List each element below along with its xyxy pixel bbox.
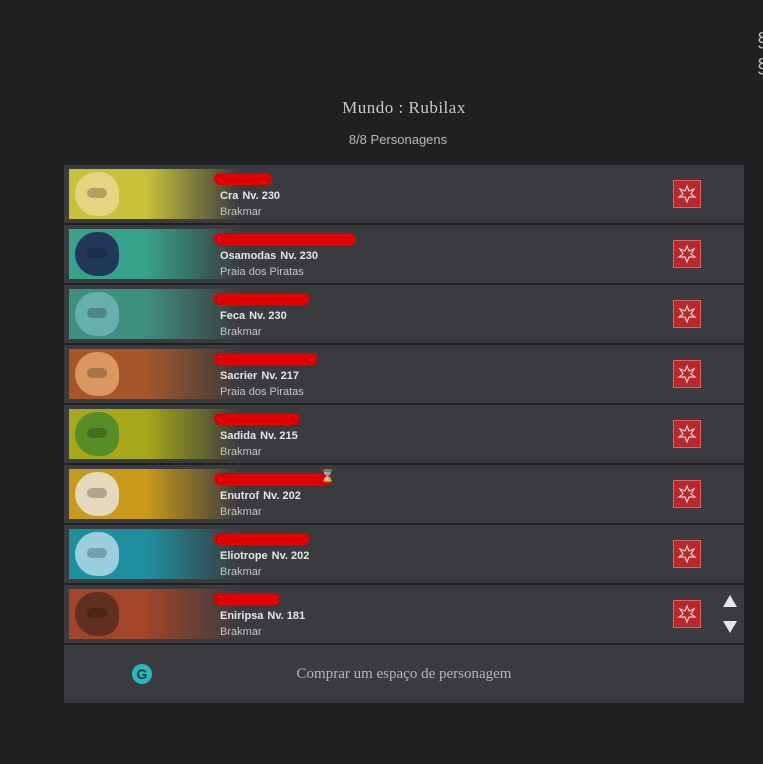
alignment-emblem-icon — [673, 540, 701, 568]
character-name-redaction — [214, 533, 310, 545]
character-face-icon — [75, 592, 119, 636]
character-name-redaction — [214, 173, 272, 185]
character-row[interactable]: Eniripsa Nv. 181 Brakmar — [64, 585, 744, 643]
character-class-level: Sadida Nv. 215 — [220, 430, 298, 442]
character-class: Eliotrope — [220, 550, 268, 562]
character-level: Nv. 215 — [260, 430, 298, 442]
alignment-emblem-icon — [673, 180, 701, 208]
character-class-level: Osamodas Nv. 230 — [220, 250, 318, 262]
character-level: Nv. 230 — [249, 310, 287, 322]
character-class-level: Cra Nv. 230 — [220, 190, 280, 202]
character-server: Brakmar — [220, 626, 262, 638]
character-row[interactable]: Cra Nv. 230 Brakmar — [64, 165, 744, 223]
character-level: Nv. 230 — [280, 250, 318, 262]
character-row[interactable]: Osamodas Nv. 230 Praia dos Piratas — [64, 225, 744, 283]
character-name-redaction — [214, 593, 280, 605]
alignment-emblem-icon — [673, 360, 701, 388]
character-face-icon — [75, 172, 119, 216]
character-face-icon — [75, 532, 119, 576]
character-class: Feca — [220, 310, 246, 322]
world-title: Mundo : Rubilax — [342, 98, 466, 117]
character-class: Cra — [220, 190, 239, 202]
character-face-icon — [75, 232, 119, 276]
character-level: Nv. 202 — [263, 490, 301, 502]
character-level: Nv. 230 — [242, 190, 281, 202]
character-list: Cra Nv. 230 Brakmar Osamodas Nv. 230 Praia do… — [64, 165, 744, 645]
buy-character-slot-button[interactable]: G Comprar um espaço de personagem — [64, 645, 744, 703]
character-level: Nv. 181 — [267, 610, 306, 622]
alignment-emblem-icon — [673, 600, 701, 628]
character-class-level: Sacrier Nv. 217 — [220, 370, 299, 382]
hourglass-icon: ⌛ — [320, 469, 335, 483]
character-row[interactable]: Eliotrope Nv. 202 Brakmar — [64, 525, 744, 583]
scroll-down-arrow-icon[interactable] — [722, 620, 738, 634]
character-server: Brakmar — [220, 506, 262, 518]
character-face-icon — [75, 412, 119, 456]
character-level: Nv. 217 — [261, 370, 300, 382]
alignment-emblem-icon — [673, 300, 701, 328]
scroll-up-arrow-icon[interactable] — [722, 594, 738, 608]
character-server: Brakmar — [220, 206, 262, 218]
character-class-level: Feca Nv. 230 — [220, 310, 287, 322]
character-server: Praia dos Piratas — [220, 266, 304, 278]
character-face-icon — [75, 352, 119, 396]
character-server: Brakmar — [220, 326, 262, 338]
character-row[interactable]: Sacrier Nv. 217 Praia dos Piratas — [64, 345, 744, 403]
character-server: Brakmar — [220, 446, 262, 458]
character-class: Sacrier — [220, 370, 258, 382]
character-name-redaction — [214, 413, 300, 425]
character-class: Sadida — [220, 430, 257, 442]
alignment-emblem-icon — [673, 420, 701, 448]
character-count: 8/8 Personagens — [348, 132, 448, 147]
character-class: Enutrof — [220, 490, 260, 502]
character-name-redaction — [214, 293, 310, 305]
character-face-icon — [75, 292, 119, 336]
character-class-level: Eliotrope Nv. 202 — [220, 550, 309, 562]
character-server: Brakmar — [220, 566, 262, 578]
buy-character-slot-label: Comprar um espaço de personagem — [296, 666, 512, 682]
character-name-redaction — [214, 233, 356, 245]
partial-side-glyphs: §§ — [757, 28, 763, 88]
character-class: Osamodas — [220, 250, 277, 262]
character-class: Eniripsa — [220, 610, 264, 622]
character-name-redaction — [214, 353, 318, 365]
character-class-level: Enutrof Nv. 202 — [220, 490, 301, 502]
alignment-emblem-icon — [673, 240, 701, 268]
character-class-level: Eniripsa Nv. 181 — [220, 610, 305, 622]
character-server: Praia dos Piratas — [220, 386, 304, 398]
character-row[interactable]: Feca Nv. 230 Brakmar — [64, 285, 744, 343]
character-row[interactable]: Enutrof Nv. 202 Brakmar ⌛ — [64, 465, 744, 523]
character-level: Nv. 202 — [271, 550, 310, 562]
alignment-emblem-icon — [673, 480, 701, 508]
character-row[interactable]: Sadida Nv. 215 Brakmar — [64, 405, 744, 463]
character-face-icon — [75, 472, 119, 516]
character-name-redaction — [214, 473, 332, 485]
